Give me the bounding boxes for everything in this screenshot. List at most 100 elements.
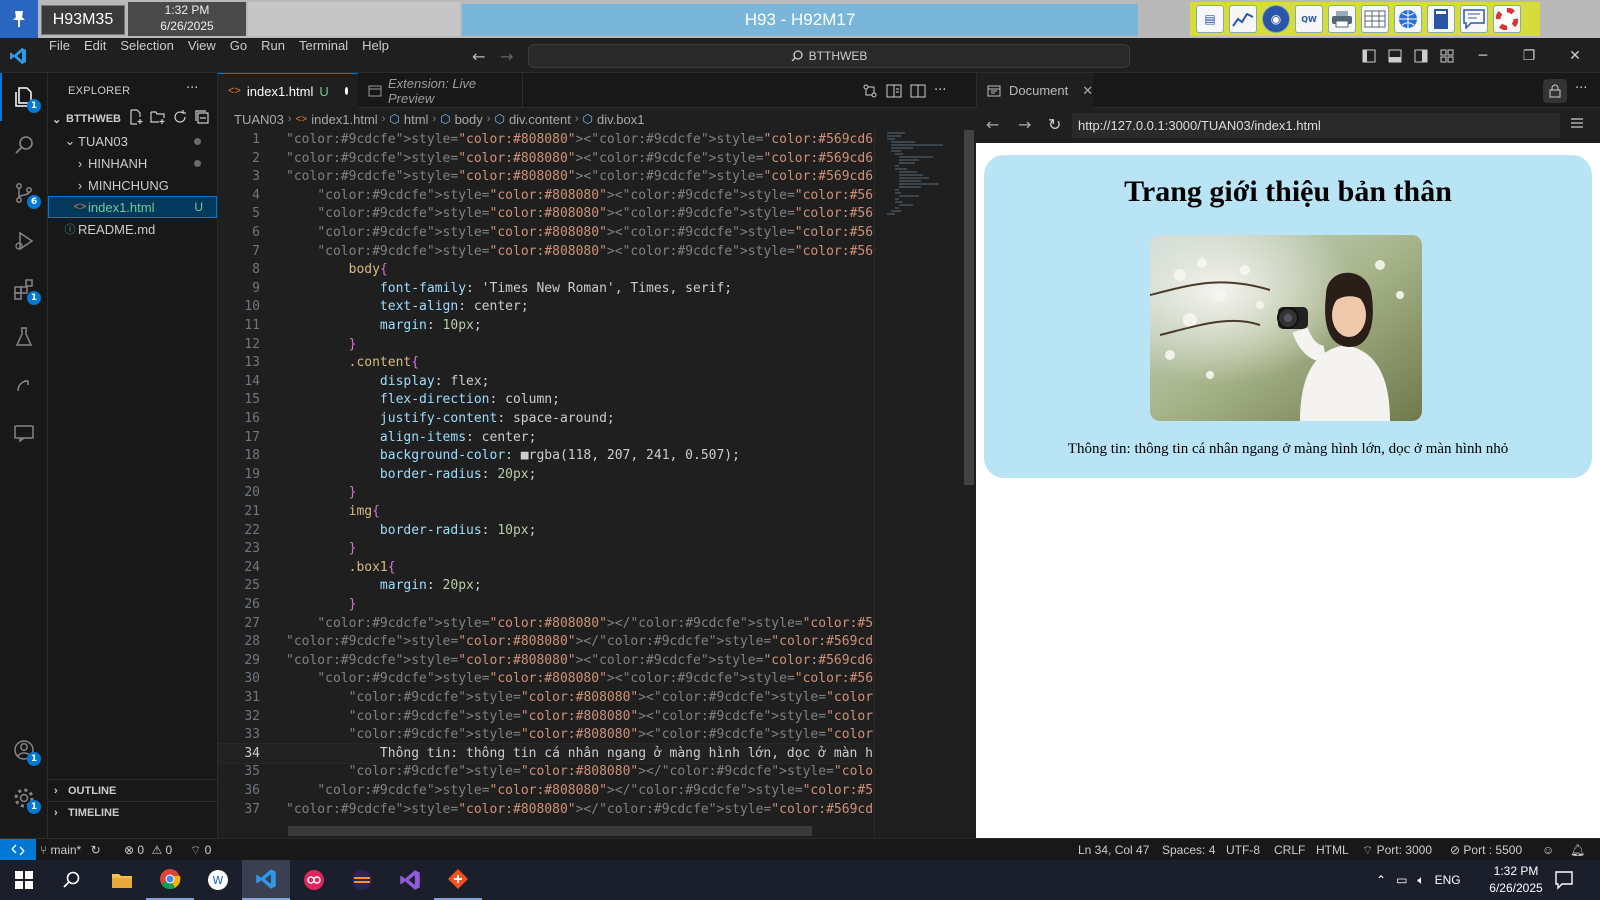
grid-icon[interactable] — [1361, 5, 1389, 33]
code-line[interactable]: 25 margin: 20px; — [218, 576, 874, 595]
copilot-icon[interactable]: ☺ — [1542, 839, 1554, 861]
compare-changes-icon[interactable] — [862, 83, 878, 99]
code-line[interactable]: 12 } — [218, 335, 874, 354]
chevron-up-icon[interactable]: ⌃ — [1376, 873, 1386, 887]
arrow-right-icon[interactable]: → — [500, 47, 513, 66]
pin-icon[interactable] — [0, 0, 38, 38]
menu-help[interactable]: Help — [355, 38, 396, 73]
search-icon[interactable] — [0, 121, 48, 169]
scrollbar-thumb[interactable] — [964, 130, 974, 485]
app-red-icon[interactable] — [290, 860, 338, 900]
taskbar-search-icon[interactable] — [48, 860, 96, 900]
run-debug-icon[interactable] — [0, 217, 48, 265]
arrow-left-icon[interactable]: ← — [986, 115, 999, 134]
minimize-icon[interactable]: ─ — [1460, 38, 1506, 73]
tree-folder-tuan03[interactable]: ⌄ TUAN03 — [48, 130, 217, 152]
globe-icon[interactable] — [1394, 5, 1422, 33]
code-line[interactable]: 22 border-radius: 10px; — [218, 521, 874, 540]
unsaved-dot-icon[interactable] — [344, 87, 348, 95]
code-line[interactable]: 28 "color:#9cdcfe">style="color:#808080">… — [218, 632, 874, 651]
menu-icon[interactable] — [1570, 117, 1584, 129]
gear-icon[interactable]: 1 — [0, 774, 48, 822]
toggle-secondary-sidebar-icon[interactable] — [1408, 38, 1434, 73]
breadcrumb-item[interactable]: body — [455, 112, 483, 127]
preview-url-field[interactable]: http://127.0.0.1:3000/TUAN03/index1.html — [1072, 113, 1560, 138]
end-of-line[interactable]: CRLF — [1274, 839, 1305, 861]
code-line[interactable]: 13 .content{ — [218, 353, 874, 372]
code-line[interactable]: 27 "color:#9cdcfe">style="color:#808080"… — [218, 614, 874, 633]
menu-file[interactable]: File — [42, 38, 77, 73]
accounts-icon[interactable]: 1 — [0, 726, 48, 774]
more-actions-icon[interactable]: ··· — [934, 83, 946, 98]
breadcrumb-item[interactable]: html — [404, 112, 429, 127]
new-file-icon[interactable] — [128, 109, 144, 125]
notifications-bell-icon[interactable]: 🔔︎ — [1570, 839, 1585, 861]
source-control-icon[interactable]: 6 — [0, 169, 48, 217]
extensions-icon[interactable]: 1 — [0, 265, 48, 313]
windows-start-icon[interactable] — [0, 860, 48, 900]
tree-folder-minhchung[interactable]: › MINHCHUNG — [48, 174, 217, 196]
toggle-panel-icon[interactable] — [1382, 38, 1408, 73]
minimap[interactable] — [874, 130, 964, 836]
code-line[interactable]: 10 text-align: center; — [218, 297, 874, 316]
breadcrumb-item[interactable]: div.box1 — [597, 112, 644, 127]
notification-center-icon[interactable] — [1554, 870, 1574, 890]
chart-icon[interactable] — [1229, 5, 1257, 33]
code-line[interactable]: 23 } — [218, 539, 874, 558]
breadcrumb-item[interactable]: div.content — [509, 112, 571, 127]
horizontal-scrollbar[interactable] — [288, 826, 812, 836]
timeline-section[interactable]: › TIMELINE — [48, 801, 218, 823]
code-line[interactable]: 35 "color:#9cdcfe">style="color:#808080"… — [218, 762, 874, 781]
sync-icon[interactable]: ↻ — [91, 843, 101, 857]
code-line[interactable]: 15 flex-direction: column; — [218, 390, 874, 409]
remote-tool-icon[interactable]: ▤ — [1196, 5, 1224, 33]
explorer-icon[interactable]: 1 — [0, 73, 48, 121]
tree-file-readme[interactable]: ⓘ README.md — [48, 218, 217, 240]
command-center[interactable]: BTTHWEB — [528, 44, 1130, 68]
code-line[interactable]: 31 "color:#9cdcfe">style="color:#808080"… — [218, 688, 874, 707]
tree-file-index1[interactable]: <> index1.html U — [48, 196, 217, 218]
book-icon[interactable] — [1427, 5, 1455, 33]
code-line[interactable]: 32 "color:#9cdcfe">style="color:#808080"… — [218, 707, 874, 726]
language-mode[interactable]: HTML — [1316, 839, 1349, 861]
code-line[interactable]: 9 font-family: 'Times New Roman', Times,… — [218, 279, 874, 298]
file-explorer-icon[interactable] — [98, 860, 146, 900]
chat-icon[interactable] — [1460, 5, 1488, 33]
open-preview-icon[interactable] — [886, 83, 902, 99]
code-line[interactable]: 37 "color:#9cdcfe">style="color:#808080">… — [218, 800, 874, 819]
lifebuoy-icon[interactable] — [1493, 5, 1521, 33]
code-line[interactable]: 34 Thông tin: thông tin cá nhân ngang ở … — [218, 742, 874, 764]
code-line[interactable]: 17 align-items: center; — [218, 428, 874, 447]
volume-icon[interactable]: 🔈︎ — [1417, 873, 1424, 888]
code-line[interactable]: 6 "color:#9cdcfe">style="color:#808080">… — [218, 223, 874, 242]
breadcrumb-item[interactable]: TUAN03 — [234, 112, 284, 127]
git-client-icon[interactable] — [434, 860, 482, 900]
printer-icon[interactable] — [1328, 5, 1356, 33]
tab-live-preview[interactable]: Extension: Live Preview — [358, 73, 523, 108]
branch-indicator[interactable]: ⑂ main* ↻ — [40, 839, 101, 861]
problems-indicator[interactable]: ⊗ 0 ⚠ 0 — [124, 839, 172, 861]
code-line[interactable]: 16 justify-content: space-around; — [218, 409, 874, 428]
collapse-all-icon[interactable] — [194, 109, 210, 125]
code-line[interactable]: 29 "color:#9cdcfe">style="color:#808080">… — [218, 651, 874, 670]
code-line[interactable]: 8 body{ — [218, 260, 874, 279]
code-line[interactable]: 24 .box1{ — [218, 558, 874, 577]
tree-folder-hinhanh[interactable]: › HINHANH — [48, 152, 217, 174]
quiz-icon[interactable]: QW — [1295, 5, 1323, 33]
code-line[interactable]: 21 img{ — [218, 502, 874, 521]
remote-indicator-icon[interactable] — [0, 839, 36, 861]
code-line[interactable]: 30 "color:#9cdcfe">style="color:#808080"… — [218, 669, 874, 688]
menu-edit[interactable]: Edit — [77, 38, 113, 73]
code-line[interactable]: 2 "color:#9cdcfe">style="color:#808080"><… — [218, 149, 874, 168]
menu-selection[interactable]: Selection — [113, 38, 180, 73]
ports-indicator[interactable]: ⌔ 0 — [190, 839, 211, 861]
code-line[interactable]: 7 "color:#9cdcfe">style="color:#808080">… — [218, 242, 874, 261]
cursor-position[interactable]: Ln 34, Col 47 — [1078, 839, 1149, 861]
code-editor[interactable]: 1 "color:#9cdcfe">style="color:#808080"><… — [218, 130, 874, 836]
live-preview-port[interactable]: ⌔ Port: 3000 — [1362, 839, 1432, 861]
arrow-left-icon[interactable]: ← — [472, 47, 485, 66]
more-actions-icon[interactable]: ··· — [1575, 81, 1587, 96]
close-icon[interactable]: ✕ — [1552, 38, 1598, 73]
toggle-primary-sidebar-icon[interactable] — [1356, 38, 1382, 73]
outline-section[interactable]: › OUTLINE — [48, 779, 218, 801]
